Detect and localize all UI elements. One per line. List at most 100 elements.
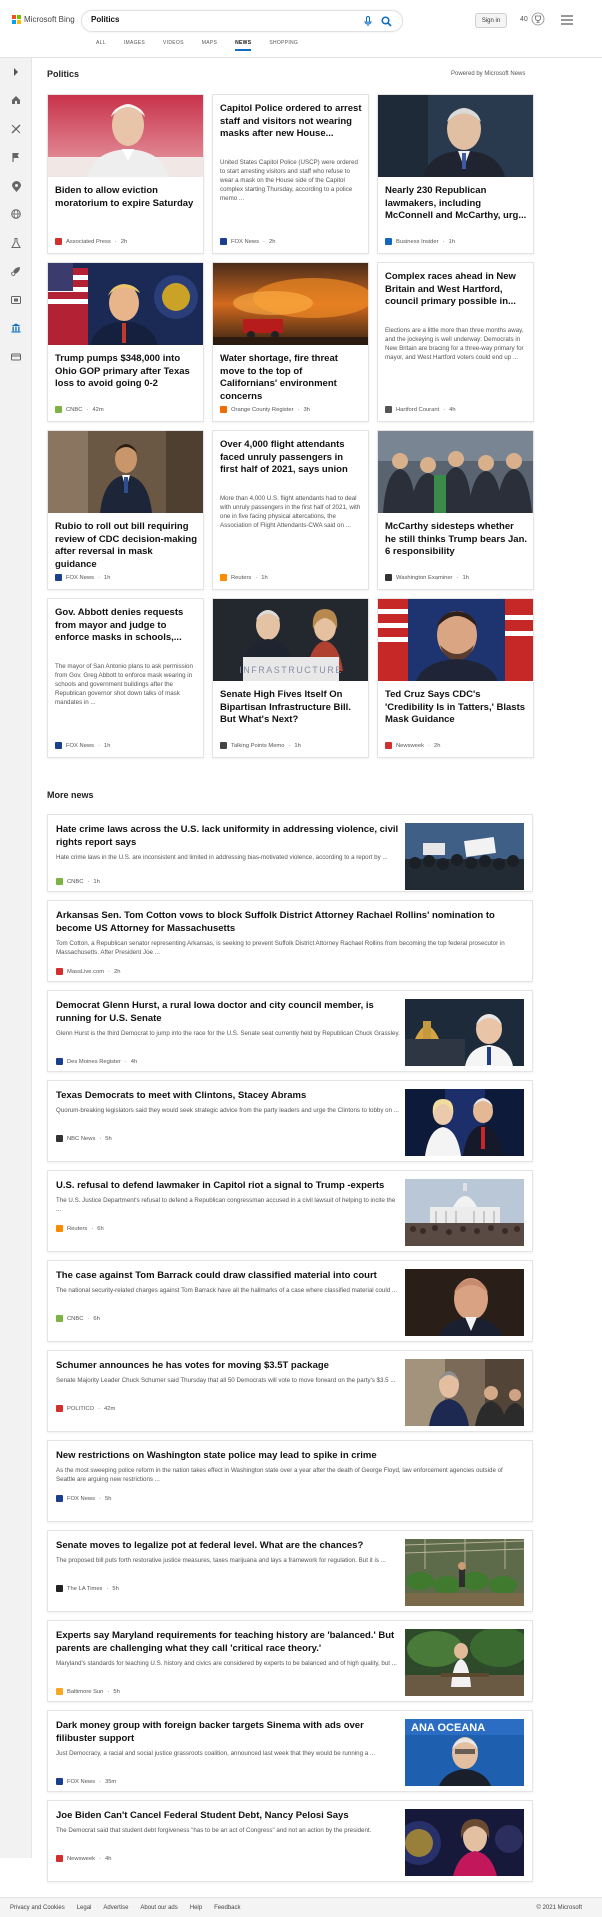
news-list-item[interactable]: Arkansas Sen. Tom Cotton vows to block S… — [47, 900, 533, 982]
search-icon[interactable] — [381, 16, 392, 29]
news-list-item[interactable]: Experts say Maryland requirements for te… — [47, 1620, 533, 1702]
news-list-item[interactable]: Hate crime laws across the U.S. lack uni… — [47, 814, 533, 892]
expand-icon[interactable] — [10, 66, 22, 78]
card-title[interactable]: Trump pumps $348,000 into Ohio GOP prima… — [55, 353, 197, 391]
location-icon[interactable] — [10, 180, 22, 192]
footer-link-feedback[interactable]: Feedback — [214, 1905, 240, 1911]
item-title[interactable]: New restrictions on Washington state pol… — [56, 1449, 516, 1462]
news-card[interactable]: Water shortage, fire threat move to the … — [212, 262, 369, 422]
rewards-trophy-icon[interactable] — [531, 12, 545, 28]
item-source[interactable]: Baltimore Sun · 5h — [56, 1688, 120, 1695]
card-title[interactable]: Nearly 230 Republican lawmakers, includi… — [385, 185, 527, 223]
card-source[interactable]: Hartford Courant · 4h — [385, 406, 456, 413]
news-card[interactable]: Nearly 230 Republican lawmakers, includi… — [377, 94, 534, 254]
news-card[interactable]: Over 4,000 flight attendants faced unrul… — [212, 430, 369, 590]
home-icon[interactable] — [10, 94, 22, 106]
item-source[interactable]: POLITICO · 42m — [56, 1405, 115, 1412]
news-card[interactable]: INFRASTRUCTURE Senate High Fives Itself … — [212, 598, 369, 758]
news-card[interactable]: Ted Cruz Says CDC's 'Credibility Is in T… — [377, 598, 534, 758]
microphone-icon[interactable] — [364, 16, 372, 29]
item-source[interactable]: NBC News · 5h — [56, 1135, 112, 1142]
item-title[interactable]: Democrat Glenn Hurst, a rural Iowa docto… — [56, 999, 401, 1025]
news-list-item[interactable]: Schumer announces he has votes for movin… — [47, 1350, 533, 1432]
news-list-item[interactable]: Joe Biden Can't Cancel Federal Student D… — [47, 1800, 533, 1882]
news-list-item[interactable]: Senate moves to legalize pot at federal … — [47, 1530, 533, 1612]
item-title[interactable]: Senate moves to legalize pot at federal … — [56, 1539, 401, 1552]
news-card[interactable]: Capitol Police ordered to arrest staff a… — [212, 94, 369, 254]
tab-all[interactable]: ALL — [87, 40, 115, 58]
news-card[interactable]: Biden to allow eviction moratorium to ex… — [47, 94, 204, 254]
rocket-icon[interactable] — [10, 265, 22, 277]
item-source[interactable]: FOX News · 35m — [56, 1778, 116, 1785]
item-title[interactable]: Experts say Maryland requirements for te… — [56, 1629, 401, 1655]
footer-link-advertise[interactable]: Advertise — [103, 1905, 128, 1911]
footer-link-privacy[interactable]: Privacy and Cookies — [10, 1905, 65, 1911]
card-title[interactable]: Capitol Police ordered to arrest staff a… — [220, 103, 362, 141]
item-source[interactable]: Reuters · 6h — [56, 1225, 104, 1232]
card-source[interactable]: CNBC · 42m — [55, 406, 104, 413]
card-source[interactable]: Washington Examiner · 1h — [385, 574, 469, 581]
news-card[interactable]: Complex races ahead in New Britain and W… — [377, 262, 534, 422]
tab-images[interactable]: IMAGES — [115, 40, 154, 58]
card-title[interactable]: Complex races ahead in New Britain and W… — [385, 271, 527, 309]
money-icon[interactable] — [10, 322, 22, 334]
item-title[interactable]: U.S. refusal to defend lawmaker in Capit… — [56, 1179, 401, 1192]
item-title[interactable]: Texas Democrats to meet with Clintons, S… — [56, 1089, 401, 1102]
card-title[interactable]: McCarthy sidesteps whether he still thin… — [385, 521, 527, 559]
tab-shopping[interactable]: SHOPPING — [260, 40, 307, 58]
hamburger-menu-icon[interactable] — [561, 15, 573, 27]
card-title[interactable]: Over 4,000 flight attendants faced unrul… — [220, 439, 362, 477]
item-title[interactable]: The case against Tom Barrack could draw … — [56, 1269, 401, 1282]
news-list-item[interactable]: Texas Democrats to meet with Clintons, S… — [47, 1080, 533, 1162]
news-list-item[interactable]: Democrat Glenn Hurst, a rural Iowa docto… — [47, 990, 533, 1072]
footer-link-about-ads[interactable]: About our ads — [140, 1905, 177, 1911]
card-source[interactable]: Business Insider · 1h — [385, 238, 455, 245]
tab-news[interactable]: NEWS — [226, 40, 260, 58]
card-title[interactable]: Gov. Abbott denies requests from mayor a… — [55, 607, 197, 645]
card-source[interactable]: Newsweek · 2h — [385, 742, 440, 749]
flag-icon[interactable] — [10, 151, 22, 163]
news-card[interactable]: McCarthy sidesteps whether he still thin… — [377, 430, 534, 590]
news-list-item[interactable]: Dark money group with foreign backer tar… — [47, 1710, 533, 1792]
tab-videos[interactable]: VIDEOS — [154, 40, 193, 58]
item-title[interactable]: Hate crime laws across the U.S. lack uni… — [56, 823, 401, 849]
globe-icon[interactable] — [10, 208, 22, 220]
item-source[interactable]: The LA Times · 5h — [56, 1585, 119, 1592]
card-source[interactable]: Talking Points Memo · 1h — [220, 742, 301, 749]
card-source[interactable]: FOX News · 1h — [55, 742, 110, 749]
tab-maps[interactable]: MAPS — [193, 40, 226, 58]
item-title[interactable]: Schumer announces he has votes for movin… — [56, 1359, 401, 1372]
item-title[interactable]: Arkansas Sen. Tom Cotton vows to block S… — [56, 909, 516, 935]
card-source[interactable]: Reuters · 1h — [220, 574, 268, 581]
sign-in-button[interactable]: Sign in — [475, 13, 507, 28]
search-box[interactable] — [81, 10, 403, 32]
powered-by-label[interactable]: Powered by Microsoft News — [451, 71, 525, 77]
item-title[interactable]: Dark money group with foreign backer tar… — [56, 1719, 401, 1745]
card-source[interactable]: Orange County Register · 3h — [220, 406, 310, 413]
card-title[interactable]: Biden to allow eviction moratorium to ex… — [55, 185, 197, 210]
science-icon[interactable] — [10, 237, 22, 249]
footer-link-legal[interactable]: Legal — [77, 1905, 92, 1911]
card-source[interactable]: Associated Press · 2h — [55, 238, 127, 245]
news-card[interactable]: Rubio to roll out bill requiring review … — [47, 430, 204, 590]
item-source[interactable]: CNBC · 1h — [56, 878, 100, 885]
news-list-item[interactable]: The case against Tom Barrack could draw … — [47, 1260, 533, 1342]
entertainment-icon[interactable] — [10, 294, 22, 306]
item-source[interactable]: Newsweek · 4h — [56, 1855, 111, 1862]
card-source[interactable]: FOX News · 2h — [220, 238, 275, 245]
news-card[interactable]: Trump pumps $348,000 into Ohio GOP prima… — [47, 262, 204, 422]
card-title[interactable]: Rubio to roll out bill requiring review … — [55, 521, 197, 571]
sports-icon[interactable] — [10, 123, 22, 135]
news-list-item[interactable]: U.S. refusal to defend lawmaker in Capit… — [47, 1170, 533, 1252]
bing-logo[interactable]: Microsoft Bing — [12, 15, 75, 24]
news-card[interactable]: Gov. Abbott denies requests from mayor a… — [47, 598, 204, 758]
item-source[interactable]: FOX News · 5h — [56, 1495, 111, 1502]
search-input[interactable] — [91, 15, 291, 24]
item-title[interactable]: Joe Biden Can't Cancel Federal Student D… — [56, 1809, 401, 1822]
card-title[interactable]: Senate High Fives Itself On Bipartisan I… — [220, 689, 362, 727]
item-source[interactable]: MassLive.com · 2h — [56, 968, 120, 975]
car-icon[interactable] — [10, 351, 22, 363]
news-list-item[interactable]: New restrictions on Washington state pol… — [47, 1440, 533, 1522]
card-title[interactable]: Water shortage, fire threat move to the … — [220, 353, 362, 403]
item-source[interactable]: CNBC · 6h — [56, 1315, 100, 1322]
